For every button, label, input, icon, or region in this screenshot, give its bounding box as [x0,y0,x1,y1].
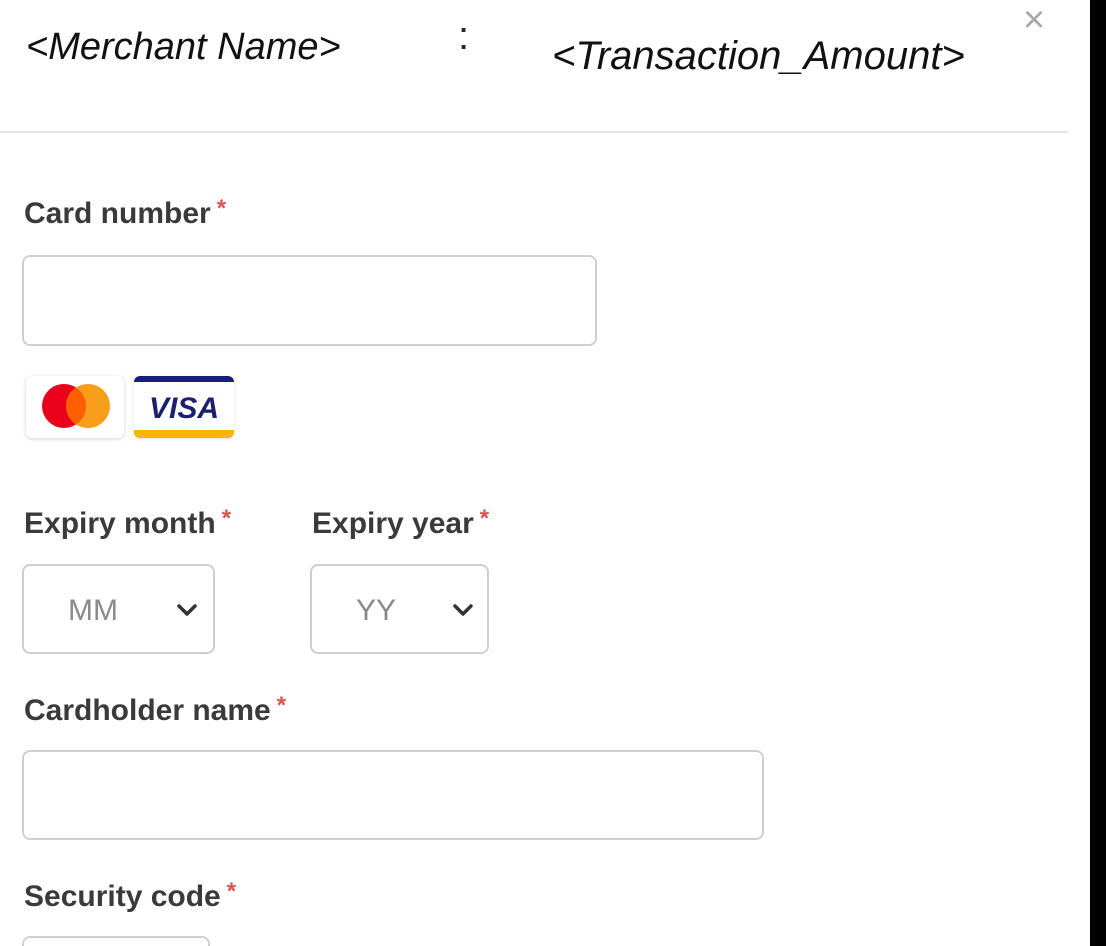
expiry-year-value: YY [356,594,397,627]
required-marker: * [221,505,232,532]
mastercard-circles [42,384,110,428]
window-edge [1090,0,1106,946]
visa-logo-icon: VISA [134,376,234,438]
security-code-input[interactable] [22,936,210,946]
security-code-label: Security code * [24,878,237,914]
header-separator: : [458,14,470,58]
visa-logo-text: VISA [148,392,220,425]
chevron-down-icon [177,604,197,616]
required-marker: * [479,505,490,532]
card-number-label: Card number * [24,195,227,231]
close-icon: × [1022,0,1046,41]
required-marker: * [226,878,237,905]
chevron-down-icon [453,604,473,616]
expiry-month-select[interactable]: MM [22,564,215,654]
cardholder-name-label-text: Cardholder name [24,694,271,727]
security-code-label-text: Security code [24,880,221,913]
expiry-month-value: MM [68,594,118,627]
expiry-year-label: Expiry year * [312,505,490,541]
close-button[interactable]: × [1016,0,1052,40]
card-number-label-text: Card number [24,197,211,230]
transaction-amount: <Transaction_Amount> [552,34,965,78]
expiry-month-label-text: Expiry month [24,507,216,540]
card-number-input[interactable] [22,255,597,346]
cardholder-name-input[interactable] [22,750,764,840]
mastercard-logo-icon [26,376,124,438]
payment-dialog: <Merchant Name> : <Transaction_Amount> ×… [0,0,1106,946]
expiry-year-select[interactable]: YY [310,564,489,654]
expiry-month-label: Expiry month * [24,505,232,541]
required-marker: * [216,195,227,222]
header-divider [0,131,1068,133]
cardholder-name-label: Cardholder name * [24,692,287,728]
required-marker: * [276,692,287,719]
merchant-name: <Merchant Name> [26,26,341,68]
expiry-year-label-text: Expiry year [312,507,474,540]
